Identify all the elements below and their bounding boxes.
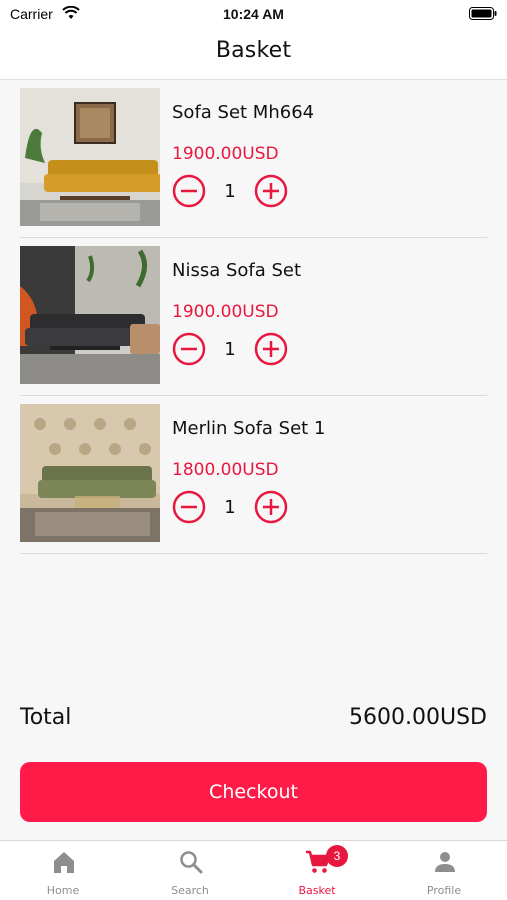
tab-basket[interactable]: 3 Basket bbox=[254, 841, 380, 900]
item-name: Merlin Sofa Set 1 bbox=[172, 418, 326, 439]
status-bar: Carrier 10:24 AM bbox=[0, 0, 507, 28]
item-name: Sofa Set Mh664 bbox=[172, 102, 315, 123]
tab-basket-label: Basket bbox=[298, 884, 336, 897]
home-icon bbox=[54, 852, 74, 873]
person-icon bbox=[435, 852, 455, 872]
cart-count-badge: 3 bbox=[326, 845, 348, 867]
basket-item: Nissa Sofa Set 1900.00USD 1 bbox=[20, 238, 487, 396]
item-name: Nissa Sofa Set bbox=[172, 260, 302, 281]
search-icon bbox=[180, 851, 203, 874]
increase-quantity-button[interactable] bbox=[254, 332, 288, 366]
item-price: 1800.00USD bbox=[172, 460, 279, 480]
quantity-value: 1 bbox=[224, 181, 236, 202]
decrease-quantity-button[interactable] bbox=[172, 490, 206, 524]
navigation-bar: Basket bbox=[0, 28, 507, 80]
basket-item: Sofa Set Mh664 1900.00USD 1 bbox=[20, 80, 487, 238]
tab-profile-label: Profile bbox=[426, 884, 462, 897]
sofa-mustard-image bbox=[20, 88, 160, 226]
tab-search-label: Search bbox=[171, 884, 209, 897]
item-price: 1900.00USD bbox=[172, 144, 279, 164]
basket-item: Merlin Sofa Set 1 1800.00USD 1 bbox=[20, 396, 487, 554]
increase-quantity-button[interactable] bbox=[254, 174, 288, 208]
tab-home[interactable]: Home bbox=[0, 841, 126, 900]
total-label: Total bbox=[20, 705, 72, 730]
item-price: 1900.00USD bbox=[172, 302, 279, 322]
tab-bar: Home Search 3 Basket Profile bbox=[0, 840, 507, 900]
decrease-quantity-button[interactable] bbox=[172, 332, 206, 366]
tab-home-label: Home bbox=[46, 884, 80, 897]
tab-search[interactable]: Search bbox=[127, 841, 253, 900]
quantity-value: 1 bbox=[224, 339, 236, 360]
battery-icon bbox=[469, 7, 497, 20]
quantity-value: 1 bbox=[224, 497, 236, 518]
sofa-dark-grey-image bbox=[20, 246, 160, 384]
checkout-button[interactable]: Checkout bbox=[20, 762, 487, 822]
tab-profile[interactable]: Profile bbox=[381, 841, 507, 900]
page-title: Basket bbox=[215, 38, 292, 63]
sofa-olive-image bbox=[20, 404, 160, 542]
total-value: 5600.00USD bbox=[349, 705, 487, 730]
decrease-quantity-button[interactable] bbox=[172, 174, 206, 208]
total-row: Total 5600.00USD bbox=[20, 705, 487, 737]
increase-quantity-button[interactable] bbox=[254, 490, 288, 524]
status-time: 10:24 AM bbox=[223, 6, 284, 22]
